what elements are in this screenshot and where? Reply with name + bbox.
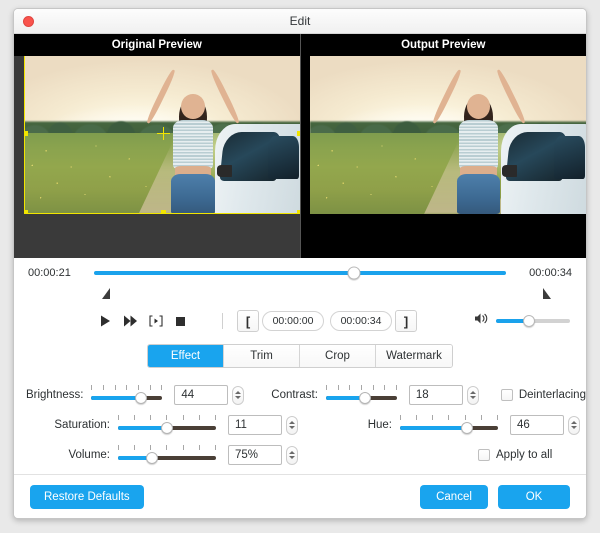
brightness-row: Brightness: 44 Contrast: 18	[14, 380, 586, 410]
tab-watermark[interactable]: Watermark	[376, 345, 452, 367]
hue-value[interactable]: 46	[510, 415, 564, 435]
hue-stepper[interactable]: 46	[510, 415, 580, 435]
saturation-label: Saturation:	[14, 419, 110, 431]
brightness-value[interactable]: 44	[174, 385, 228, 405]
clip-end-field[interactable]: 00:00:34	[330, 311, 392, 331]
original-preview-image[interactable]	[24, 51, 300, 214]
checkbox-icon[interactable]	[501, 389, 513, 401]
hue-label: Hue:	[318, 419, 392, 431]
brightness-label: Brightness:	[14, 389, 83, 401]
trim-start-marker[interactable]	[102, 288, 110, 299]
tab-bar: Effect Trim Crop Watermark	[14, 338, 586, 368]
deinterlacing-label: Deinterlacing	[519, 389, 586, 401]
slider-ticks	[91, 385, 162, 391]
close-icon[interactable]	[23, 16, 34, 27]
clip-start-field[interactable]: 00:00:00	[262, 311, 324, 331]
clip-range-group: [ 00:00:00 00:00:34 ]	[237, 310, 417, 332]
effect-volume-stepper[interactable]: 75%	[228, 445, 298, 465]
slider-knob[interactable]	[461, 422, 473, 434]
saturation-stepper-arrows[interactable]	[286, 416, 298, 435]
brightness-slider[interactable]	[91, 385, 162, 405]
person-layer	[437, 67, 520, 214]
contrast-stepper-arrows[interactable]	[467, 386, 479, 405]
speaker-icon[interactable]	[474, 312, 490, 330]
brightness-stepper-arrows[interactable]	[232, 386, 244, 405]
controls-divider	[222, 313, 223, 329]
trim-marker-row	[14, 288, 586, 304]
slider-fill	[400, 426, 467, 430]
play-icon[interactable]	[98, 314, 113, 328]
restore-defaults-button[interactable]: Restore Defaults	[30, 485, 144, 509]
playback-controls-row: [ 00:00:00 00:00:34 ]	[14, 304, 586, 338]
contrast-label: Contrast:	[264, 389, 318, 401]
tab-trim[interactable]: Trim	[224, 345, 300, 367]
snapshot-icon[interactable]	[148, 314, 163, 328]
edit-window: Edit Original Preview	[13, 8, 587, 519]
transport-controls	[98, 314, 188, 328]
effect-volume-stepper-arrows[interactable]	[286, 446, 298, 465]
window-title: Edit	[14, 9, 586, 34]
effect-volume-slider[interactable]	[118, 445, 216, 465]
volume-slider[interactable]	[496, 314, 570, 328]
fast-forward-icon[interactable]	[123, 314, 138, 328]
saturation-stepper[interactable]: 11	[228, 415, 298, 435]
effect-volume-value[interactable]: 75%	[228, 445, 282, 465]
cancel-button[interactable]: Cancel	[420, 485, 488, 509]
saturation-value[interactable]: 11	[228, 415, 282, 435]
footer-bar: Restore Defaults Cancel OK	[14, 474, 586, 518]
slider-knob[interactable]	[359, 392, 371, 404]
volume-row: Volume: 75% Apply to all	[14, 440, 586, 470]
apply-to-all-checkbox[interactable]: Apply to all	[478, 449, 552, 461]
deinterlacing-checkbox[interactable]: Deinterlacing	[501, 389, 586, 401]
slider-knob[interactable]	[161, 422, 173, 434]
bracket-right-icon[interactable]: ]	[395, 310, 417, 332]
tab-effect[interactable]: Effect	[148, 345, 224, 367]
slider-knob[interactable]	[135, 392, 147, 404]
output-preview-pane: Output Preview	[301, 34, 587, 258]
hue-stepper-arrows[interactable]	[568, 416, 580, 435]
tab-crop[interactable]: Crop	[300, 345, 376, 367]
apply-to-all-label: Apply to all	[496, 449, 552, 461]
slider-ticks	[400, 415, 498, 421]
timeline-row: 00:00:21 00:00:34	[14, 258, 586, 288]
stop-icon[interactable]	[173, 314, 188, 328]
slider-fill	[118, 426, 167, 430]
trim-end-marker[interactable]	[543, 288, 551, 299]
slider-ticks	[118, 445, 216, 451]
hue-slider[interactable]	[400, 415, 498, 435]
brightness-stepper[interactable]: 44	[174, 385, 244, 405]
volume-control	[474, 312, 570, 330]
bracket-left-icon[interactable]: [	[237, 310, 259, 332]
volume-knob[interactable]	[523, 315, 535, 327]
contrast-value[interactable]: 18	[409, 385, 463, 405]
output-preview-image	[310, 51, 587, 214]
preview-area: Original Preview	[14, 34, 586, 258]
slider-knob[interactable]	[146, 452, 158, 464]
original-preview-pane[interactable]: Original Preview	[14, 34, 300, 258]
timeline-playhead[interactable]	[347, 267, 360, 280]
effect-panel: Brightness: 44 Contrast: 18	[14, 368, 586, 474]
timeline-track[interactable]	[94, 271, 506, 275]
timeline-slider[interactable]	[94, 263, 506, 283]
saturation-slider[interactable]	[118, 415, 216, 435]
timeline-start-time: 00:00:21	[28, 267, 86, 279]
timeline-end-time: 00:00:34	[514, 267, 572, 279]
checkbox-icon[interactable]	[478, 449, 490, 461]
slider-fill	[91, 396, 141, 400]
volume-label: Volume:	[14, 449, 110, 461]
saturation-row: Saturation: 11 Hue: 46	[14, 410, 586, 440]
contrast-stepper[interactable]: 18	[409, 385, 479, 405]
slider-ticks	[118, 415, 216, 421]
person-layer	[151, 67, 234, 214]
title-bar: Edit	[14, 9, 586, 34]
ok-button[interactable]: OK	[498, 485, 570, 509]
output-preview-title: Output Preview	[301, 34, 587, 56]
contrast-slider[interactable]	[326, 385, 397, 405]
original-preview-title: Original Preview	[14, 34, 300, 56]
slider-ticks	[326, 385, 397, 391]
